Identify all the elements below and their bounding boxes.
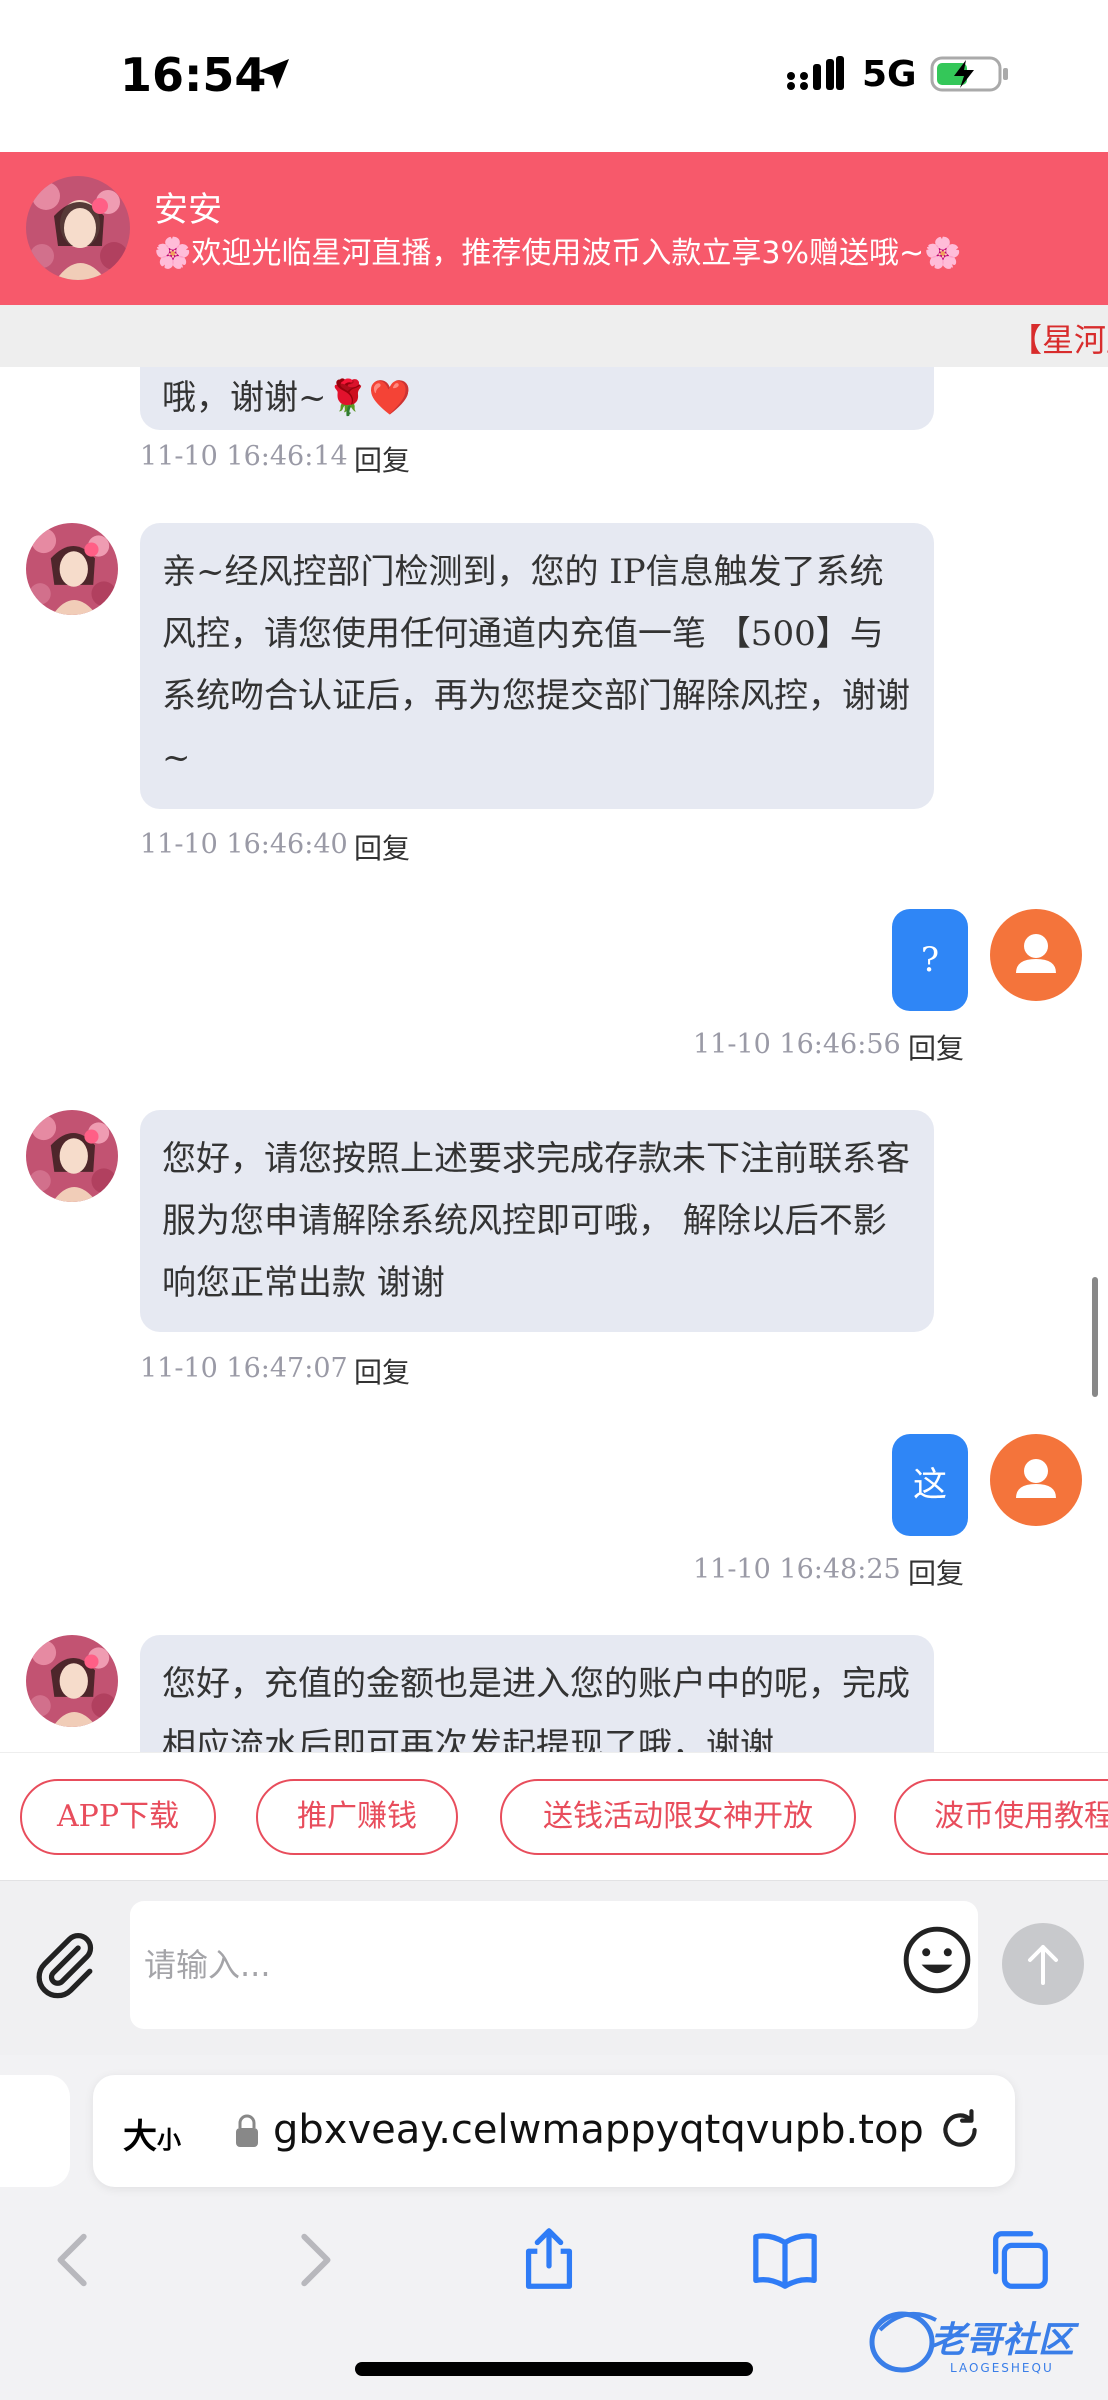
reply-link[interactable]: 回复 xyxy=(354,1351,410,1391)
text-size-small-label: 小 xyxy=(157,2126,181,2154)
message-text: 哦，谢谢~🌹❤️ xyxy=(162,378,412,418)
message-time: 11-10 16:48:25 xyxy=(693,1554,901,1585)
text-size-button[interactable]: 大小 xyxy=(123,2109,181,2158)
previous-tab-preview[interactable] xyxy=(0,2075,70,2187)
battery-charging-icon xyxy=(930,56,1008,92)
tag-promotion[interactable]: 推广赚钱 xyxy=(256,1779,458,1855)
status-time: 16:54 xyxy=(120,48,267,102)
chat-scrollbar[interactable] xyxy=(1092,1277,1098,1397)
user-avatar[interactable] xyxy=(990,1434,1082,1526)
send-button[interactable] xyxy=(1002,1923,1084,2005)
arrow-up-icon xyxy=(1028,1945,1058,1985)
user-avatar[interactable] xyxy=(990,909,1082,1001)
message-text: 您好，充值的金额也是进入您的账户中的呢，完成相应流水后即可再次发起提现了哦，谢谢 xyxy=(162,1664,910,1752)
network-type: 5G xyxy=(862,54,917,95)
message-bubble: 哦，谢谢~🌹❤️ xyxy=(140,367,934,430)
message-time: 11-10 16:46:14 xyxy=(140,441,348,472)
reload-icon[interactable] xyxy=(935,2105,985,2155)
quick-reply-tags: APP下载 推广赚钱 送钱活动限女神开放 波币使用教程 xyxy=(0,1752,1108,1880)
agent-avatar[interactable] xyxy=(26,523,118,615)
person-icon xyxy=(1016,934,1056,973)
reply-link[interactable]: 回复 xyxy=(908,1552,964,1592)
svg-text:LAOGESHEQU: LAOGESHEQU xyxy=(950,2361,1054,2375)
agent-avatar[interactable] xyxy=(26,176,130,280)
message-text: 您好，请您按照上述要求完成存款未下注前联系客服为您申请解除系统风控即可哦， 解除… xyxy=(162,1139,910,1303)
back-icon[interactable] xyxy=(40,2225,110,2295)
person-icon xyxy=(1016,1459,1056,1498)
tag-tutorial[interactable]: 波币使用教程 xyxy=(894,1779,1108,1855)
text-size-label: 大 xyxy=(123,2117,157,2157)
chat-area[interactable]: 哦，谢谢~🌹❤️ 11-10 16:46:14 回复 亲~经风控部门检测到，您的… xyxy=(0,367,1108,1752)
reply-link[interactable]: 回复 xyxy=(908,1027,964,1067)
message-text: 这 xyxy=(913,1465,947,1505)
message-text: 亲~经风控部门检测到，您的 IP信息触发了系统风控，请您使用任何通道内充值一笔 … xyxy=(162,552,910,778)
message-text: ? xyxy=(920,940,940,980)
home-indicator xyxy=(355,2362,753,2376)
lock-icon xyxy=(236,2114,258,2147)
tag-app-download[interactable]: APP下载 xyxy=(20,1779,216,1855)
cellular-signal-icon xyxy=(787,56,844,90)
agent-avatar[interactable] xyxy=(26,1635,118,1727)
outgoing-message-bubble: 这 xyxy=(892,1434,968,1536)
watermark-logo: 老哥社区 LAOGESHEQU xyxy=(869,2311,1080,2375)
message-bubble: 您好，充值的金额也是进入您的账户中的呢，完成相应流水后即可再次发起提现了哦，谢谢 xyxy=(140,1635,934,1752)
reply-link[interactable]: 回复 xyxy=(354,827,410,867)
marquee-text: 【星河直播 xyxy=(1010,321,1108,359)
message-input[interactable] xyxy=(130,1901,978,2029)
agent-name: 安安 xyxy=(154,190,222,230)
location-arrow-icon xyxy=(259,59,289,89)
message-input-area xyxy=(0,1880,1108,2055)
svg-text:老哥社区: 老哥社区 xyxy=(930,2320,1080,2361)
outgoing-message-bubble: ? xyxy=(892,909,968,1011)
message-time: 11-10 16:47:07 xyxy=(140,1353,348,1384)
agent-avatar[interactable] xyxy=(26,1110,118,1202)
tabs-icon[interactable] xyxy=(984,2225,1054,2295)
tag-gift-event[interactable]: 送钱活动限女神开放 xyxy=(500,1779,856,1855)
reply-link[interactable]: 回复 xyxy=(354,439,410,479)
share-icon[interactable] xyxy=(514,2225,584,2295)
announcement-marquee: 【星河直播 xyxy=(0,305,1108,367)
forward-icon[interactable] xyxy=(278,2225,348,2295)
message-bubble: 您好，请您按照上述要求完成存款未下注前联系客服为您申请解除系统风控即可哦， 解除… xyxy=(140,1110,934,1332)
message-time: 11-10 16:46:40 xyxy=(140,829,348,860)
chat-header: 安安 🌸欢迎光临星河直播，推荐使用波币入款立享3%赠送哦~🌸 xyxy=(0,152,1108,305)
message-bubble: 亲~经风控部门检测到，您的 IP信息触发了系统风控，请您使用任何通道内充值一笔 … xyxy=(140,523,934,809)
emoji-icon[interactable] xyxy=(900,1923,974,1997)
attachment-icon[interactable] xyxy=(30,1929,100,1999)
bookmarks-icon[interactable] xyxy=(750,2225,820,2295)
status-bar: 16:54 5G xyxy=(0,0,1108,152)
address-bar[interactable]: 大小 gbxveay.celwmappyqtqvupb.top xyxy=(93,2075,1015,2187)
welcome-message: 🌸欢迎光临星河直播，推荐使用波币入款立享3%赠送哦~🌸 xyxy=(154,236,962,271)
url-text: gbxveay.celwmappyqtqvupb.top xyxy=(273,2107,924,2153)
message-time: 11-10 16:46:56 xyxy=(693,1029,901,1060)
